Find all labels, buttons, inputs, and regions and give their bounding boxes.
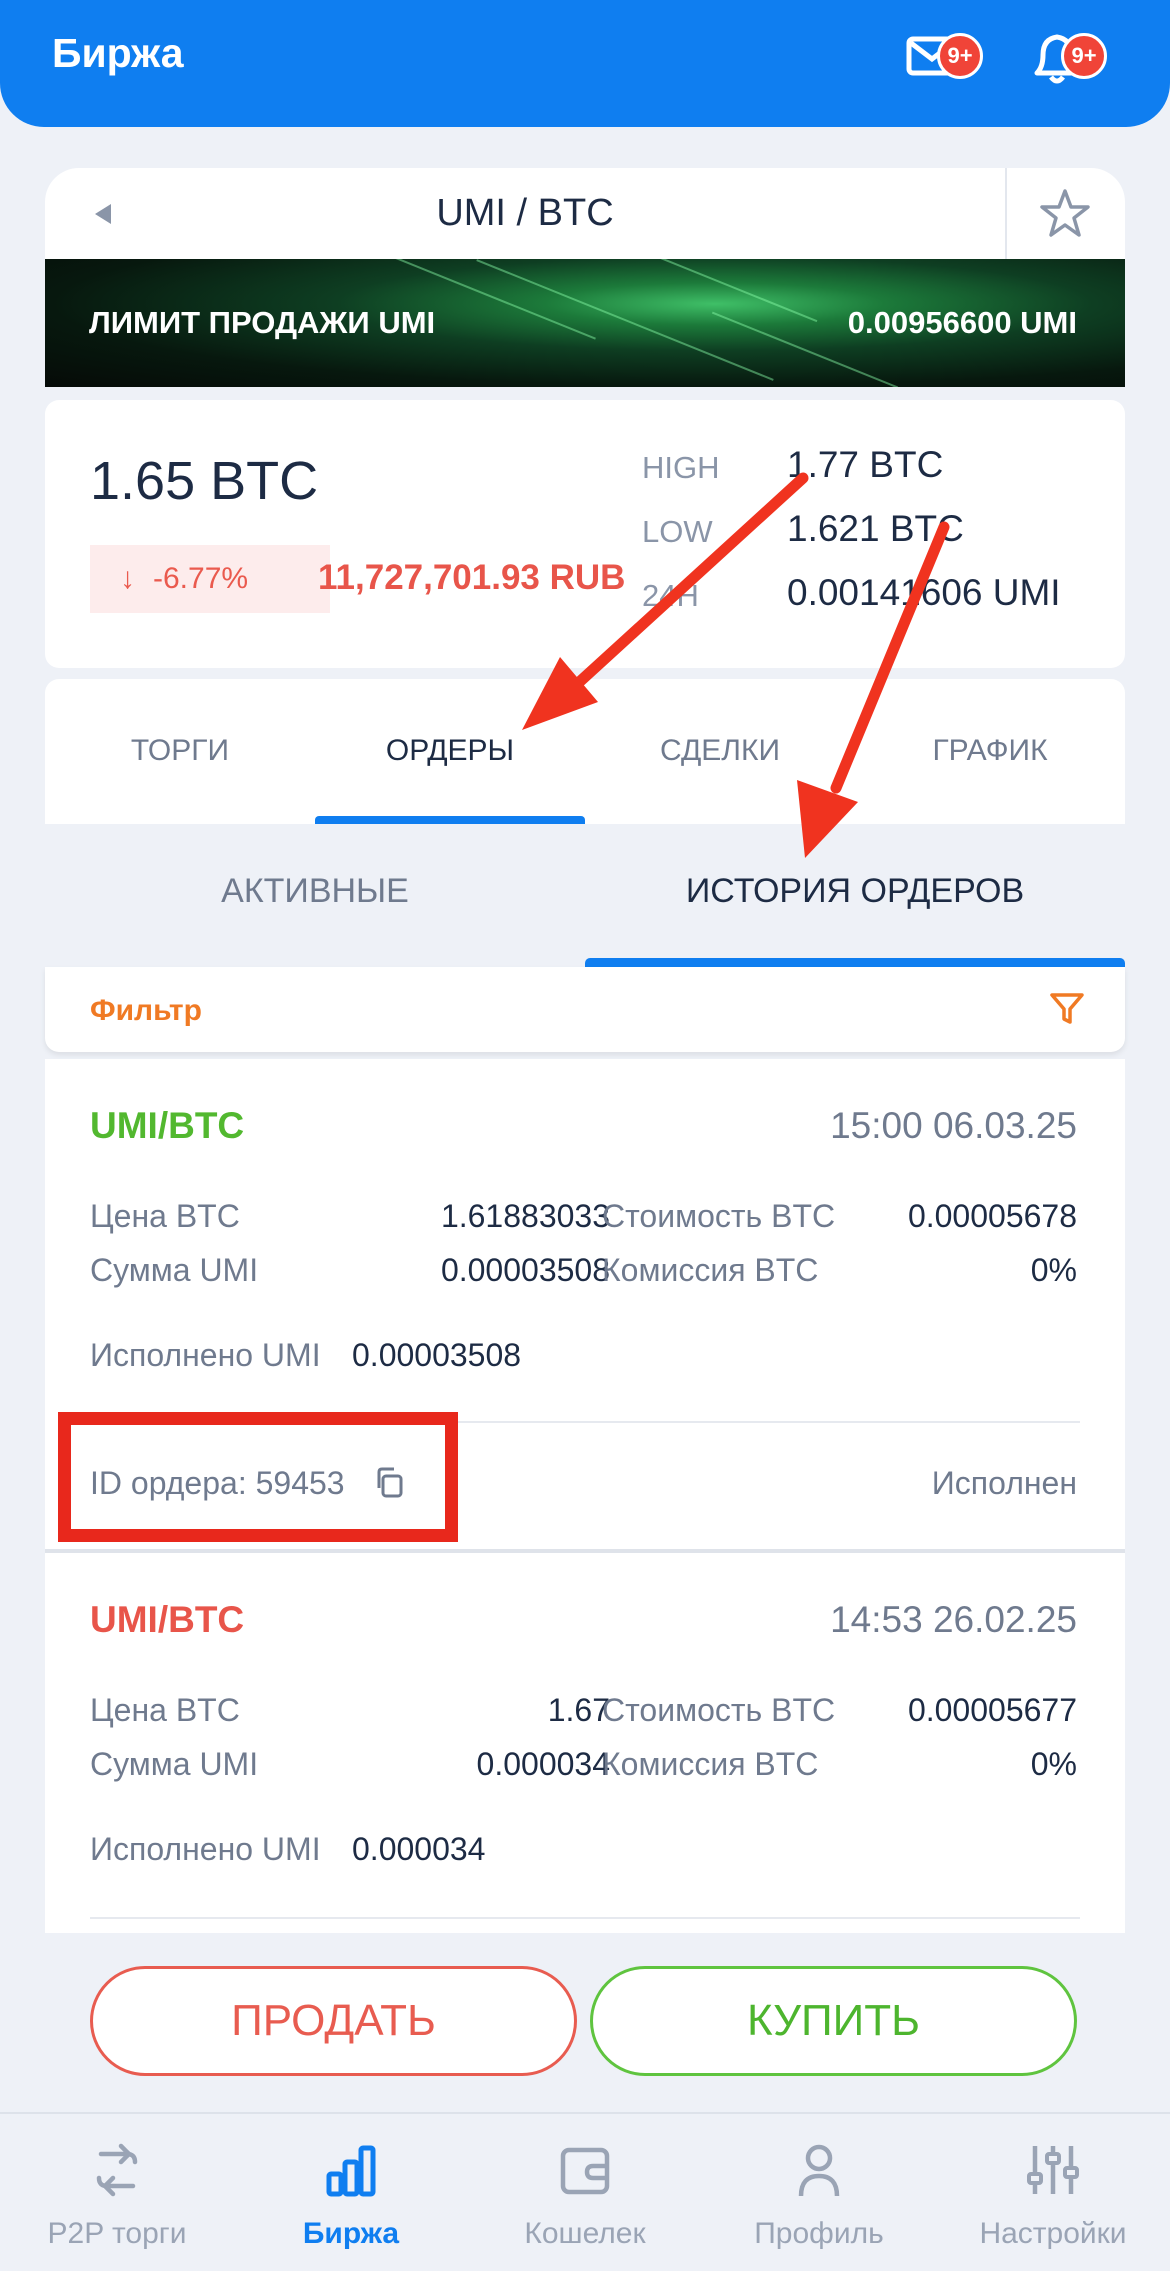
tab-deals[interactable]: СДЕЛКИ [585,734,855,768]
cost-value: 0.00005677 [907,1692,1077,1728]
filter-icon[interactable] [1049,991,1085,1027]
app-header: Биржа 9+ 9+ [0,0,1170,127]
pair-selector: UMI / BTC [45,168,1125,260]
nav-profile[interactable]: Профиль [702,2114,936,2271]
nav-label: Профиль [754,2217,884,2250]
amount-value: 0.00003508 [440,1252,610,1288]
bell-badge: 9+ [1061,33,1107,79]
page-title: Биржа [52,30,184,76]
price-change-value: -6.77% [153,562,249,595]
banner-label: ЛИМИТ ПРОДАЖИ UMI [89,305,436,340]
order-time: 14:53 26.02.25 [830,1599,1077,1640]
nav-label: Биржа [302,2217,400,2250]
nav-settings[interactable]: Настройки [936,2114,1170,2271]
nav-wallet[interactable]: Кошелек [468,2114,702,2271]
pair-divider [1005,168,1007,260]
bar-chart-icon [326,2145,376,2197]
highlight-box [58,1412,458,1542]
cost-value: 0.00005678 [907,1198,1077,1234]
price-label: Цена BTC [90,1692,240,1728]
tab-orders[interactable]: ОРДЕРЫ [315,734,585,768]
price-label: Цена BTC [90,1198,240,1234]
notifications-button[interactable]: 9+ [1027,25,1107,95]
h24-label: 24H [642,578,699,613]
limit-banner: ЛИМИТ ПРОДАЖИ UMI 0.00956600 UMI [45,259,1125,387]
buy-button[interactable]: КУПИТЬ [590,1966,1077,2076]
nav-label: Кошелек [524,2217,646,2250]
fee-label: Комиссия BTC [602,1252,819,1288]
cost-label: Стоимость BTC [602,1692,836,1728]
active-subtab-indicator [585,958,1125,967]
market-stats: 1.65 BTC ↓ -6.77% 11,727,701.93 RUB HIGH… [45,400,1125,668]
low-label: LOW [642,514,713,549]
cost-label: Стоимость BTC [602,1198,836,1234]
order-divider [90,1917,1080,1919]
high-value: 1.77 BTC [787,444,944,485]
tab-chart[interactable]: ГРАФИК [855,734,1125,768]
last-price: 1.65 BTC [90,451,319,511]
nav-label: P2P торги [47,2217,187,2250]
rub-price: 11,727,701.93 RUB [318,558,626,597]
bottom-nav: P2P торги Биржа Кошелек Профиль Настройк… [0,2112,1170,2271]
price-value: 1.61883033 [440,1198,610,1234]
order-pair: UMI/BTC [90,1105,245,1146]
amount-value: 0.000034 [476,1746,610,1782]
banner-value: 0.00956600 UMI [847,305,1077,340]
filled-value: 0.000034 [352,1831,486,1867]
filter-label: Фильтр [90,994,202,1027]
subtab-active-orders[interactable]: АКТИВНЫЕ [45,872,585,911]
active-tab-indicator [315,816,585,824]
profile-icon [798,2144,840,2197]
filter-bar[interactable]: Фильтр [45,967,1125,1052]
mail-button[interactable]: 9+ [905,25,985,95]
fee-value: 0% [1030,1746,1077,1782]
nav-p2p[interactable]: P2P торги [0,2114,234,2271]
nav-label: Настройки [979,2217,1127,2250]
price-change: ↓ -6.77% [90,545,330,613]
subtab-order-history[interactable]: ИСТОРИЯ ОРДЕРОВ [585,872,1125,911]
order-time: 15:00 06.03.25 [830,1105,1077,1146]
main-tabs: ТОРГИ ОРДЕРЫ СДЕЛКИ ГРАФИК [45,679,1125,824]
favorite-star-icon[interactable] [1039,188,1091,238]
wallet-icon [560,2147,610,2195]
pair-title[interactable]: UMI / BTC [45,192,1005,235]
p2p-arrows-icon [96,2143,138,2197]
low-value: 1.621 BTC [787,508,964,549]
down-arrow-icon: ↓ [120,562,135,595]
fee-value: 0% [1030,1252,1077,1288]
nav-exchange[interactable]: Биржа [234,2114,468,2271]
amount-label: Сумма UMI [90,1746,259,1782]
filled-value: 0.00003508 [352,1337,522,1373]
amount-label: Сумма UMI [90,1252,259,1288]
high-label: HIGH [642,450,720,485]
filled-label: Исполнено UMI [90,1337,321,1373]
tab-trading[interactable]: ТОРГИ [45,734,315,768]
order-pair: UMI/BTC [90,1599,245,1640]
order-card: UMI/BTC 14:53 26.02.25 Цена BTC 1.67 Сто… [45,1553,1125,1933]
order-status: Исполнен [931,1465,1077,1501]
mail-badge: 9+ [937,33,983,79]
sell-button[interactable]: ПРОДАТЬ [90,1966,577,2076]
filled-label: Исполнено UMI [90,1831,321,1867]
fee-label: Комиссия BTC [602,1746,819,1782]
h24-value: 0.00141606 UMI [787,572,1061,613]
sliders-icon [1027,2146,1079,2194]
price-value: 1.67 [547,1692,610,1728]
